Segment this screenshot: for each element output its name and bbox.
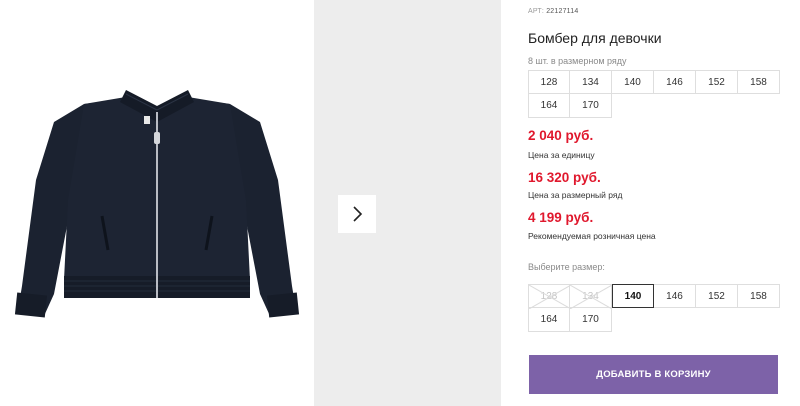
pack-size-cell: 146 (654, 70, 696, 94)
strike-icon (529, 285, 571, 309)
size-option[interactable]: 158 (738, 284, 780, 308)
product-title: Бомбер для девочки (528, 30, 662, 46)
size-option[interactable]: 164 (528, 308, 570, 332)
pack-size-cell: 128 (528, 70, 570, 94)
jacket-image (14, 90, 300, 318)
size-option[interactable]: 170 (570, 308, 612, 332)
pack-size-cell: 152 (696, 70, 738, 94)
pack-size-cell: 170 (570, 94, 612, 118)
size-selector: 128 134 140 146 152 158 164 170 (528, 284, 780, 332)
pack-size-cell: 140 (612, 70, 654, 94)
choose-size-label: Выберите размер: (528, 262, 605, 272)
retail-price-label: Рекомендуемая розничная цена (528, 231, 656, 241)
pack-size-cell: 164 (528, 94, 570, 118)
article-value: 22127114 (546, 8, 579, 15)
article-number: АРТ: 22127114 (528, 8, 578, 15)
chevron-right-icon (353, 206, 363, 222)
size-option-disabled: 134 (570, 284, 612, 309)
unit-price: 2 040 руб. (528, 128, 594, 143)
strike-icon (570, 285, 612, 309)
size-option-selected[interactable]: 140 (612, 284, 654, 308)
article-label: АРТ: (528, 8, 545, 15)
size-option-disabled: 128 (528, 284, 571, 309)
product-photo[interactable] (0, 0, 314, 406)
pack-price: 16 320 руб. (528, 170, 601, 185)
pack-price-label: Цена за размерный ряд (528, 190, 623, 200)
unit-price-label: Цена за единицу (528, 150, 595, 160)
pack-size-grid: 128 134 140 146 152 158 164 170 (528, 70, 780, 118)
retail-price: 4 199 руб. (528, 210, 594, 225)
size-option[interactable]: 152 (696, 284, 738, 308)
add-to-cart-button[interactable]: ДОБАВИТЬ В КОРЗИНУ (529, 355, 778, 394)
pack-size-cell: 134 (570, 70, 612, 94)
size-option[interactable]: 146 (654, 284, 696, 308)
pack-size-cell: 158 (738, 70, 780, 94)
next-image-button[interactable] (338, 195, 376, 233)
pack-size-label: 8 шт. в размерном ряду (528, 56, 627, 66)
